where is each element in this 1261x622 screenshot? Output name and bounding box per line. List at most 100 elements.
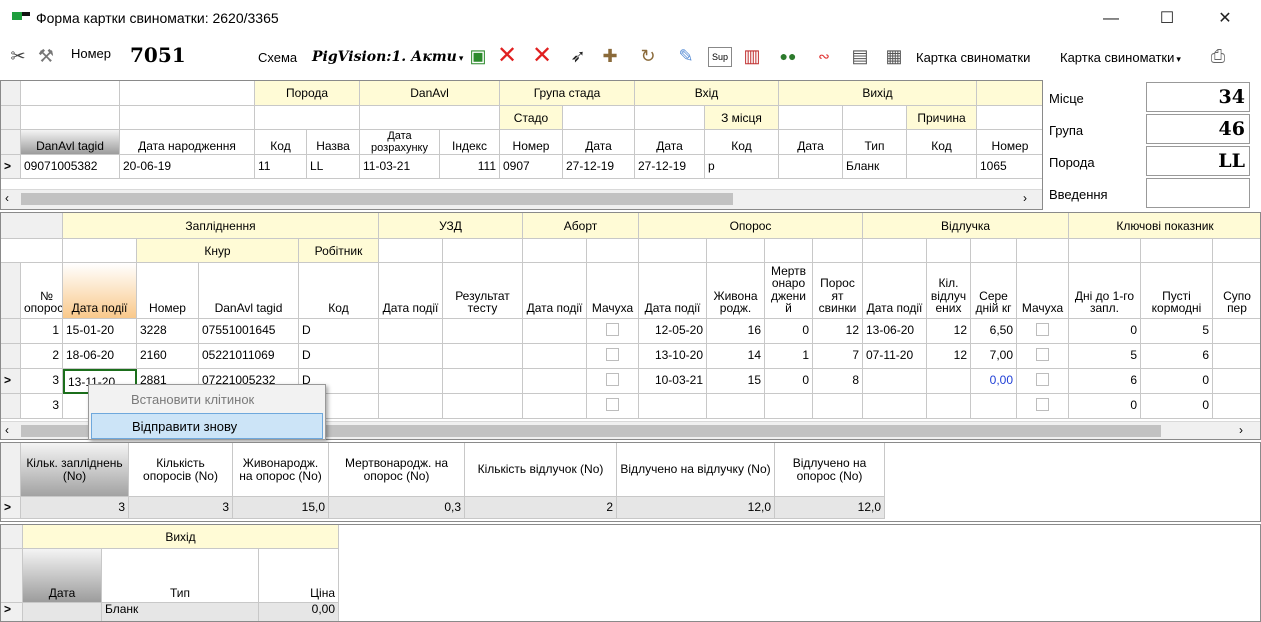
col-wean-nurse[interactable]: Мачуха (1017, 263, 1069, 319)
cell-uzd-result[interactable] (443, 394, 523, 419)
col-farrow-date[interactable]: Дата події (639, 263, 707, 319)
row-selector[interactable] (1, 344, 21, 369)
nurse-checkbox[interactable] (1036, 373, 1049, 386)
binoculars-icon[interactable]: ●● (776, 44, 800, 68)
cell-exit-date[interactable] (23, 603, 102, 621)
col-index[interactable]: Індекс (440, 130, 500, 155)
row-selector[interactable] (1, 394, 21, 419)
row-selector[interactable]: > (1, 369, 21, 394)
nurse-checkbox[interactable] (1036, 323, 1049, 336)
col-wean-date[interactable]: Дата події (863, 263, 927, 319)
cell-calc-date[interactable]: 11-03-21 (360, 155, 440, 179)
col-stillborn-per-farrow[interactable]: Мертвонародж. на опорос (No) (329, 443, 465, 497)
scroll-right-icon[interactable]: › (1023, 191, 1027, 205)
cell-number[interactable]: 1065 (977, 155, 1042, 179)
card-dropdown[interactable]: Картка свиноматки ▾ (1060, 50, 1181, 65)
delete-all-icon[interactable]: ✕ (530, 44, 554, 68)
cell-nurse-checkbox[interactable] (587, 344, 639, 369)
cell-born-alive[interactable] (707, 394, 765, 419)
cell-avg-kg[interactable] (971, 394, 1017, 419)
syringe-icon[interactable]: ✎ (674, 44, 698, 68)
col-insem-date[interactable]: Дата події (63, 263, 137, 319)
cell-days-to-insem[interactable]: 6 (1069, 369, 1141, 394)
cell-wean-date[interactable]: 13-06-20 (863, 319, 927, 344)
col-uzd-date[interactable]: Дата події (379, 263, 443, 319)
cell-boar-tagid[interactable]: 07551001645 (199, 319, 299, 344)
cell-stillborn-per-farrow[interactable]: 0,3 (329, 497, 465, 519)
cell-gilts[interactable]: 8 (813, 369, 863, 394)
cell-farrow-date[interactable] (639, 394, 707, 419)
cell-farrow-date[interactable]: 13-10-20 (639, 344, 707, 369)
link-icon[interactable]: ∾ (812, 44, 836, 68)
cell-boar-number[interactable]: 2160 (137, 344, 199, 369)
cell-days-to-insem[interactable]: 5 (1069, 344, 1141, 369)
cell-row-number[interactable]: 3 (21, 394, 63, 419)
tools-icon[interactable]: ✂ (6, 44, 30, 68)
col-insem-count[interactable]: Кільк. запліднень (No) (21, 443, 129, 497)
cell-row-number[interactable]: 2 (21, 344, 63, 369)
col-abort-date[interactable]: Дата події (523, 263, 587, 319)
col-exit-type[interactable]: Тип (102, 549, 259, 603)
chart-icon[interactable]: ▥ (740, 44, 764, 68)
col-born-alive-per-farrow[interactable]: Живонародж. на опорос (No) (233, 443, 329, 497)
cell-weaned-count[interactable] (927, 394, 971, 419)
cell-abort-date[interactable] (523, 344, 587, 369)
current-row-marker[interactable]: > (1, 603, 23, 621)
export-icon[interactable]: ▣ (466, 44, 490, 68)
cell-boar-number[interactable]: 3228 (137, 319, 199, 344)
cell-days-to-insem[interactable]: 0 (1069, 319, 1141, 344)
cell-super[interactable] (1213, 394, 1260, 419)
wrench-icon[interactable]: ⚒ (34, 44, 58, 68)
scheme-dropdown[interactable]: PigVision:1. Акти ▾ (312, 49, 463, 65)
cell-uzd-date[interactable] (379, 344, 443, 369)
cell-empty-feed-days[interactable]: 0 (1141, 394, 1213, 419)
col-number[interactable]: Номер (977, 130, 1042, 155)
nurse-checkbox[interactable] (606, 323, 619, 336)
col-birth-date[interactable]: Дата народження (120, 130, 255, 155)
nurse-checkbox[interactable] (606, 348, 619, 361)
menu-item-set-cells[interactable]: Встановити клітинок (91, 387, 323, 413)
cell-uzd-result[interactable] (443, 369, 523, 394)
cell-worker-code[interactable]: D (299, 344, 379, 369)
cell-weaned-count[interactable]: 12 (927, 344, 971, 369)
cell-insem-count[interactable]: 3 (21, 497, 129, 519)
cell-weaned-count[interactable] (927, 369, 971, 394)
col-stillborn[interactable]: Мертв онаро джени й (765, 263, 813, 319)
cell-weaned-per-farrow[interactable]: 12,0 (775, 497, 885, 519)
cell-breed-name[interactable]: LL (307, 155, 360, 179)
col-herd-number[interactable]: Номер (500, 130, 563, 155)
nurse-checkbox[interactable] (606, 373, 619, 386)
cell-exit-price[interactable]: 0,00 (259, 603, 339, 621)
cell-nurse-checkbox[interactable] (587, 394, 639, 419)
printer-icon[interactable]: ⎙ (1206, 44, 1230, 68)
cell-empty-feed-days[interactable]: 6 (1141, 344, 1213, 369)
col-weaned-per-farrow[interactable]: Відлучено на опорос (No) (775, 443, 885, 497)
delete-icon[interactable]: ✕ (495, 44, 519, 68)
col-exit-price[interactable]: Ціна (259, 549, 339, 603)
cell-abort-date[interactable] (523, 319, 587, 344)
cell-farrow-date[interactable]: 12-05-20 (639, 319, 707, 344)
cell-avg-kg[interactable]: 6,50 (971, 319, 1017, 344)
cell-weaned-per-weaning[interactable]: 12,0 (617, 497, 775, 519)
cell-uzd-date[interactable] (379, 369, 443, 394)
col-days-to-insem[interactable]: Дні до 1-го запл. (1069, 263, 1141, 319)
cell-born-alive-per-farrow[interactable]: 15,0 (233, 497, 329, 519)
col-weaned-per-weaning[interactable]: Відлучено на відлучку (No) (617, 443, 775, 497)
cell-avg-kg[interactable]: 0,00 (971, 369, 1017, 394)
cell-exit-type[interactable]: Бланк (843, 155, 907, 179)
cell-row-number[interactable]: 3 (21, 369, 63, 394)
maximize-button[interactable]: ☐ (1152, 8, 1182, 30)
cell-breed-code[interactable]: 11 (255, 155, 307, 179)
cell-abort-date[interactable] (523, 394, 587, 419)
col-breed-code[interactable]: Код (255, 130, 307, 155)
col-uzd-result[interactable]: Результат тесту (443, 263, 523, 319)
cell-nurse-checkbox[interactable] (1017, 344, 1069, 369)
cell-index[interactable]: 111 (440, 155, 500, 179)
minimize-button[interactable]: — (1096, 8, 1126, 30)
cell-wean-count[interactable]: 2 (465, 497, 617, 519)
cell-nurse-checkbox[interactable] (1017, 369, 1069, 394)
cell-nurse-checkbox[interactable] (587, 369, 639, 394)
cell-birth-date[interactable]: 20-06-19 (120, 155, 255, 179)
cell-born-alive[interactable]: 15 (707, 369, 765, 394)
cell-entry-code[interactable]: р (705, 155, 779, 179)
